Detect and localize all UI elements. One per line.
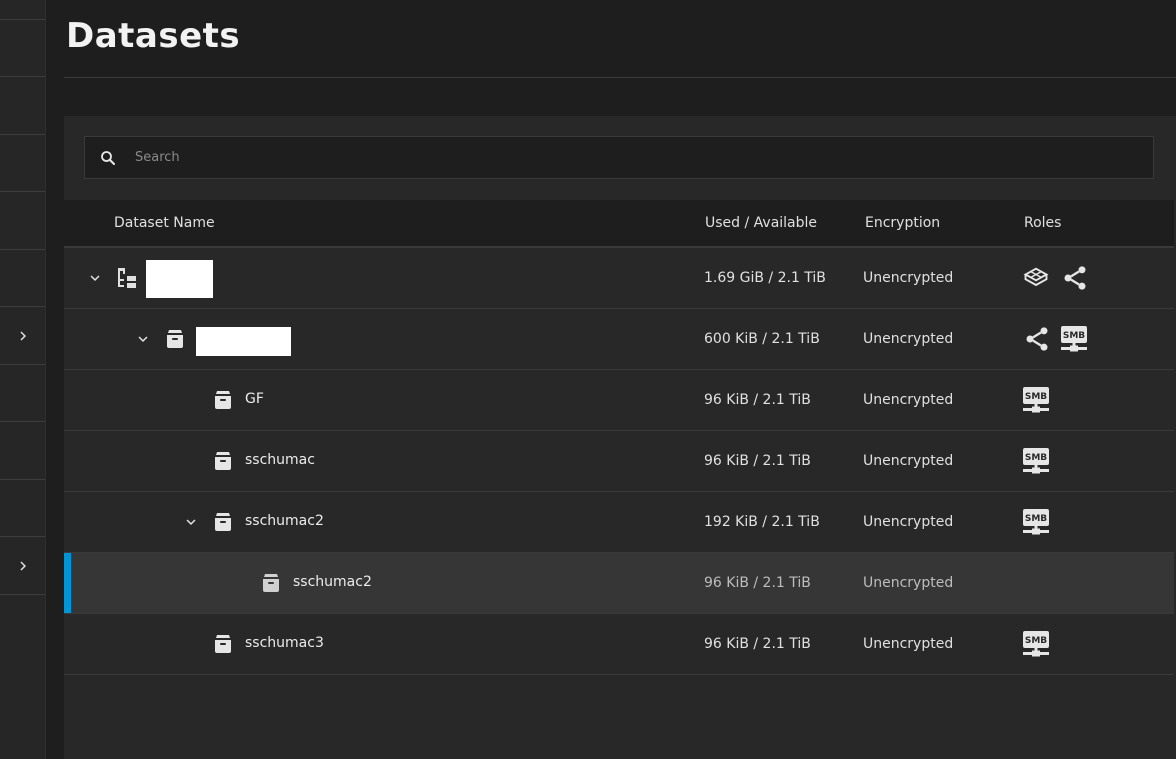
sidebar-item[interactable] (0, 77, 45, 135)
svg-text:SMB: SMB (1025, 392, 1047, 402)
encryption-status: Unencrypted (863, 270, 954, 286)
dataset-icon (263, 574, 279, 592)
smb-icon: SMB (1023, 631, 1049, 657)
used-available: 96 KiB / 2.1 TiB (704, 392, 811, 408)
dataset-icon (215, 513, 231, 531)
dataset-name: sschumac3 (245, 635, 324, 651)
dataset-name: sschumac2 (293, 574, 372, 590)
used-available: 96 KiB / 2.1 TiB (704, 575, 811, 591)
sidebar-item-expandable[interactable] (0, 307, 45, 365)
search-icon (101, 150, 116, 165)
svg-text:SMB: SMB (1025, 453, 1047, 463)
divider (64, 77, 1176, 78)
sidebar-item-expandable[interactable] (0, 537, 45, 595)
smb-icon: SMB (1023, 387, 1049, 413)
chevron-down-icon[interactable] (86, 269, 104, 287)
pool-tree-icon (118, 268, 136, 288)
svg-text:SMB: SMB (1025, 636, 1047, 646)
table-row[interactable]: sschumac2 192 KiB / 2.1 TiB Unencrypted … (64, 492, 1174, 553)
encryption-status: Unencrypted (863, 453, 954, 469)
chevron-down-icon[interactable] (182, 513, 200, 531)
selection-indicator (64, 553, 71, 613)
used-available: 96 KiB / 2.1 TiB (704, 636, 811, 652)
svg-text:SMB: SMB (1063, 331, 1085, 341)
column-header-roles[interactable]: Roles (1024, 215, 1061, 231)
column-header-encryption[interactable]: Encryption (865, 215, 940, 231)
column-header-name[interactable]: Dataset Name (114, 215, 215, 231)
sidebar-item[interactable] (0, 364, 45, 422)
table-header: Dataset Name Used / Available Encryption… (64, 200, 1174, 248)
used-available: 1.69 GiB / 2.1 TiB (704, 270, 826, 286)
redacted-name (146, 260, 213, 298)
chevron-right-icon (19, 331, 26, 340)
encryption-status: Unencrypted (863, 514, 954, 530)
dataset-name: sschumac2 (245, 513, 324, 529)
smb-icon: SMB (1023, 448, 1049, 474)
share-icon (1026, 327, 1048, 351)
used-available: 192 KiB / 2.1 TiB (704, 514, 820, 530)
dataset-name: sschumac (245, 452, 315, 468)
table-row-selected[interactable]: sschumac2 96 KiB / 2.1 TiB Unencrypted (64, 553, 1174, 614)
dataset-icon (215, 391, 231, 409)
column-header-used[interactable]: Used / Available (705, 215, 817, 231)
dataset-icon (167, 330, 183, 348)
sidebar-item[interactable] (0, 19, 45, 77)
table-row[interactable]: sschumac 96 KiB / 2.1 TiB Unencrypted SM… (64, 431, 1174, 492)
redacted-name (196, 327, 291, 356)
chevron-right-icon (19, 561, 26, 570)
svg-text:SMB: SMB (1025, 514, 1047, 524)
sidebar-item[interactable] (0, 249, 45, 307)
page-title: Datasets (66, 16, 241, 56)
share-icon (1064, 266, 1086, 290)
table-row[interactable]: 1.69 GiB / 2.1 TiB Unencrypted (64, 248, 1174, 309)
encryption-status: Unencrypted (863, 331, 954, 347)
smb-icon: SMB (1023, 509, 1049, 535)
dataset-icon (215, 452, 231, 470)
apps-cube-icon (1023, 267, 1049, 287)
encryption-status: Unencrypted (863, 392, 954, 408)
sidebar-item[interactable] (0, 192, 45, 250)
used-available: 600 KiB / 2.1 TiB (704, 331, 820, 347)
search-box[interactable] (84, 136, 1154, 179)
used-available: 96 KiB / 2.1 TiB (704, 453, 811, 469)
dataset-icon (215, 635, 231, 653)
sidebar-item[interactable] (0, 134, 45, 192)
smb-icon: SMB (1061, 326, 1087, 352)
encryption-status: Unencrypted (863, 575, 954, 591)
search-input[interactable] (133, 149, 1153, 166)
encryption-status: Unencrypted (863, 636, 954, 652)
sidebar-item[interactable] (0, 422, 45, 480)
dataset-name: GF (245, 391, 264, 407)
sidebar (0, 0, 46, 759)
sidebar-item[interactable] (0, 479, 45, 537)
sidebar-item[interactable] (0, 0, 45, 20)
table-row[interactable]: GF 96 KiB / 2.1 TiB Unencrypted SMB (64, 370, 1174, 431)
table-row[interactable]: 600 KiB / 2.1 TiB Unencrypted SMB (64, 309, 1174, 370)
chevron-down-icon[interactable] (134, 330, 152, 348)
table-row[interactable]: sschumac3 96 KiB / 2.1 TiB Unencrypted S… (64, 614, 1174, 675)
